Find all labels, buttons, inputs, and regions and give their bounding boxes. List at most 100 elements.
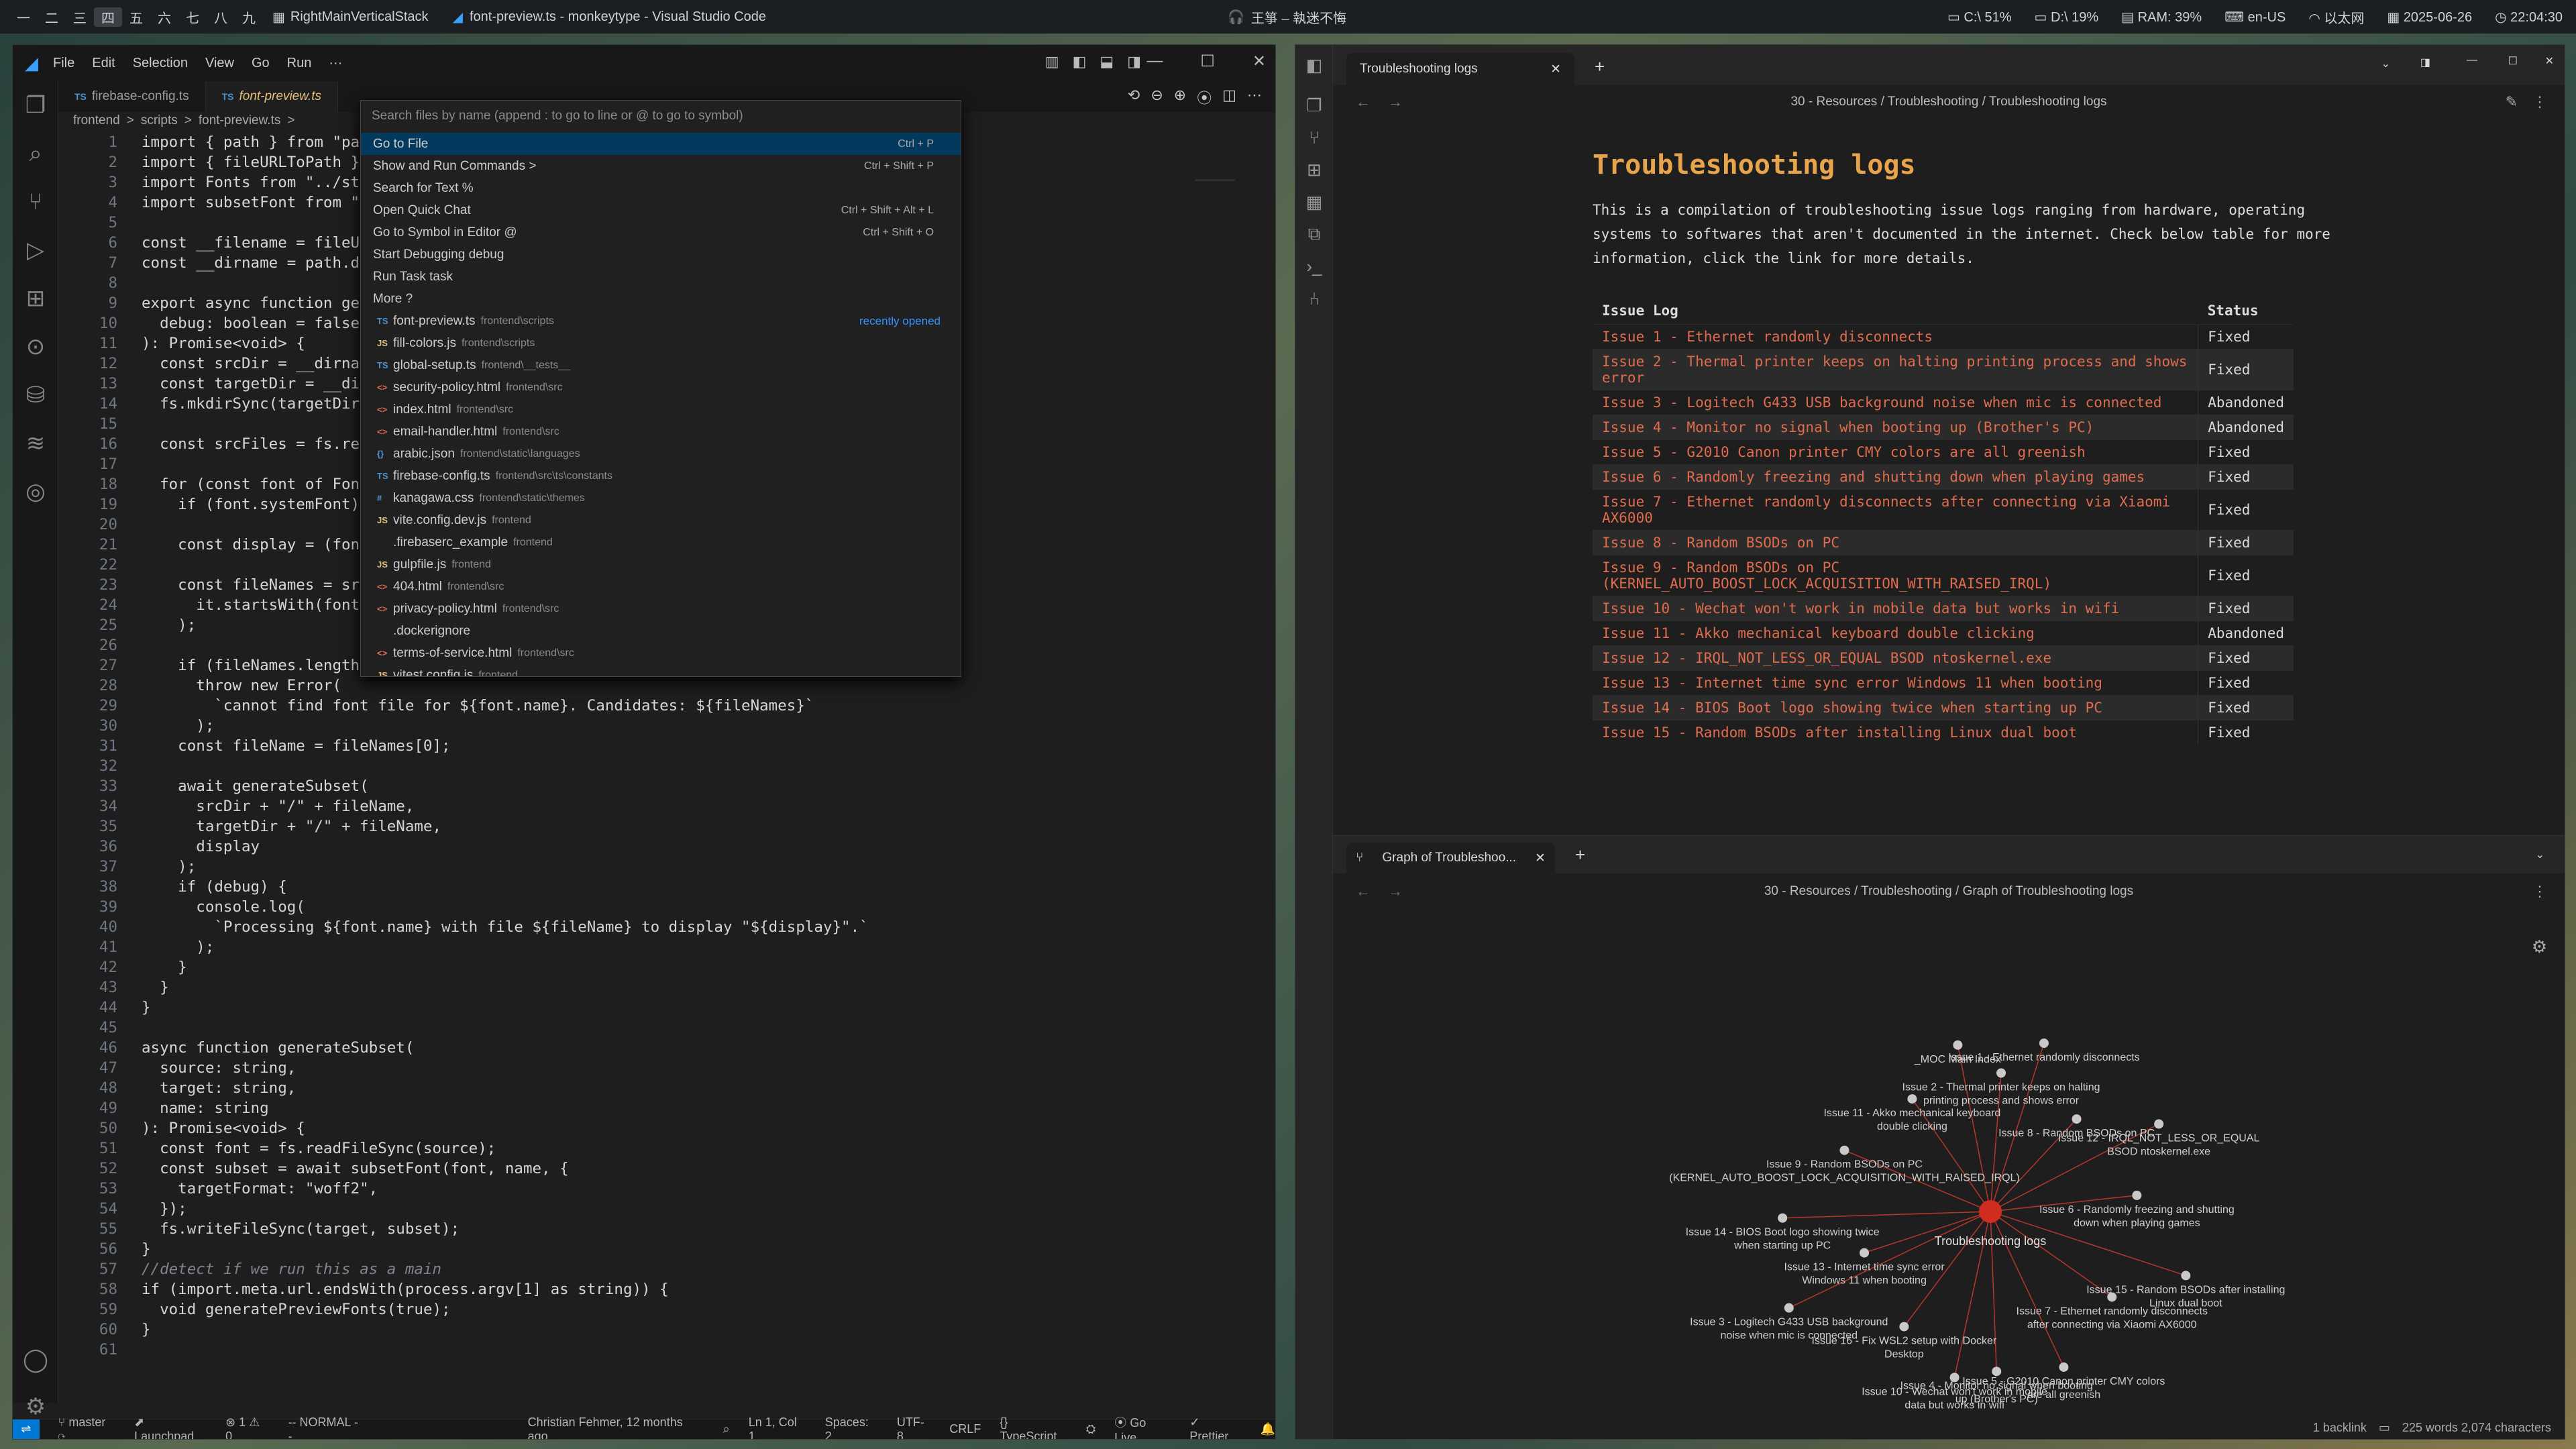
terminal-icon[interactable]: ›_ — [1295, 250, 1333, 282]
go-live-button[interactable]: ⦿ Go Live — [1114, 1413, 1171, 1439]
layout-indicator[interactable]: ▦ RightMainVerticalStack — [272, 9, 429, 25]
maximize-icon[interactable]: ☐ — [1200, 52, 1215, 71]
tab-list-chevron-icon[interactable]: ⌄ — [2536, 848, 2544, 861]
quick-open-command[interactable]: Start Debugging debug — [361, 244, 961, 266]
issue-link[interactable]: Issue 6 - Randomly freezing and shutting… — [1593, 464, 2198, 490]
network-status[interactable]: ◠ 以太网 — [2308, 7, 2364, 27]
quick-open-file[interactable]: JS vite.config.dev.js frontend — [361, 509, 961, 531]
issue-link[interactable]: Issue 4 - Monitor no signal when booting… — [1593, 415, 2198, 440]
graph-node[interactable] — [1860, 1248, 1870, 1258]
more-options-icon[interactable]: ⋮ — [2532, 93, 2547, 111]
issue-link[interactable]: Issue 2 - Thermal printer keeps on halti… — [1593, 349, 2198, 390]
media-now-playing[interactable]: 🎧 王箏 – 執迷不悔 — [1228, 7, 1346, 27]
graph-node[interactable] — [1907, 1094, 1917, 1104]
indentation[interactable]: Spaces: 2 — [825, 1415, 878, 1440]
cursor-position[interactable]: Ln 1, Col 1 — [749, 1415, 806, 1440]
toggle-panel-icon[interactable]: ⬓ — [1099, 53, 1114, 70]
previous-change-icon[interactable]: ⊖ — [1150, 87, 1163, 108]
issue-link[interactable]: Issue 3 - Logitech G433 USB background n… — [1593, 390, 2198, 415]
keyboard-language[interactable]: ⌨ en-US — [2224, 9, 2286, 25]
quick-open-command[interactable]: Search for Text % — [361, 177, 961, 199]
graph-node[interactable] — [1784, 1303, 1794, 1313]
layers-icon[interactable]: ≋ — [13, 419, 58, 468]
quick-open-file[interactable]: TS font-preview.ts frontend\scripts recentl… — [361, 310, 961, 332]
toggle-right-sidebar-icon[interactable]: ◨ — [2420, 56, 2430, 69]
breadcrumb-item[interactable]: font-preview.ts — [199, 113, 281, 128]
issue-link[interactable]: Issue 5 - G2010 Canon printer CMY colors… — [1593, 439, 2198, 465]
quick-open-file[interactable]: TS global-setup.ts frontend\__tests__ — [361, 354, 961, 376]
workspace-4[interactable]: 四 — [94, 7, 122, 27]
breadcrumb-item[interactable]: scripts — [141, 113, 178, 128]
close-tab-icon[interactable]: ✕ — [1535, 851, 1546, 866]
search-icon[interactable]: ⌕ — [13, 129, 58, 178]
quick-open-file[interactable]: JS vitest.config.js frontend — [361, 664, 961, 677]
issue-link[interactable]: Issue 8 - Random BSODs on PC — [1593, 530, 2198, 555]
remote-indicator[interactable]: ⇌ — [13, 1419, 40, 1439]
tab-firebase-config[interactable]: TS firebase-config.ts — [58, 81, 206, 112]
customize-layout-icon[interactable]: ▥ — [1045, 53, 1059, 70]
launchpad-item[interactable]: ⬈ Launchpad — [134, 1415, 207, 1440]
menu-item[interactable]: ··· — [329, 56, 342, 71]
run-debug-icon[interactable]: ▷ — [13, 226, 58, 274]
notifications-icon[interactable]: 🔔 — [1260, 1422, 1275, 1436]
breadcrumb-item[interactable]: frontend — [73, 113, 120, 128]
quick-open-command[interactable]: Run Task task — [361, 266, 961, 288]
git-blame[interactable]: Christian Fehmer, 12 months ago — [528, 1415, 704, 1440]
graph-node[interactable] — [2059, 1362, 2069, 1372]
maximize-icon[interactable]: ☐ — [2508, 54, 2518, 68]
issue-link[interactable]: Issue 11 - Akko mechanical keyboard doub… — [1593, 621, 2198, 646]
quick-open-command[interactable]: Open Quick Chat Ctrl + Shift + Alt + L — [361, 199, 961, 221]
tab-troubleshooting-logs[interactable]: Troubleshooting logs ✕ — [1346, 53, 1574, 85]
quick-open-command[interactable]: Go to File Ctrl + P — [361, 133, 961, 155]
templates-icon[interactable]: ⧉ — [1295, 218, 1333, 250]
gitlens-icon[interactable]: ⊙ — [13, 323, 58, 371]
minimize-icon[interactable]: — — [1146, 52, 1163, 71]
go-live-icon[interactable]: ⦿ — [1197, 87, 1212, 108]
issue-link[interactable]: Issue 13 - Internet time sync error Wind… — [1593, 670, 2198, 696]
edit-icon[interactable]: ✎ — [2506, 93, 2518, 111]
branch-indicator[interactable]: ⑂ master ⟳ — [58, 1415, 116, 1440]
breadcrumb-item[interactable]: > — [287, 113, 294, 128]
zoom-icon[interactable]: ⌕ — [723, 1422, 730, 1436]
split-editor-icon[interactable]: ◫ — [1222, 87, 1236, 108]
workspace-6[interactable]: 六 — [150, 7, 178, 27]
workspace-9[interactable]: 九 — [235, 7, 263, 27]
quick-open-file[interactable]: {} arabic.json frontend\static\languages — [361, 443, 961, 465]
account-icon[interactable]: ◯ — [13, 1336, 58, 1384]
quick-open-file[interactable]: <> 404.html frontend\src — [361, 576, 961, 598]
graph-canvas[interactable]: _MOC Main IndexIssue 1 - Ethernet random… — [1333, 910, 2565, 1433]
quick-open-file[interactable]: <> privacy-policy.html frontend\src — [361, 598, 961, 620]
explorer-icon[interactable]: ❐ — [13, 81, 58, 129]
quick-open-command[interactable]: Show and Run Commands > Ctrl + Shift + P — [361, 155, 961, 177]
quick-open-file[interactable]: JS fill-colors.js frontend\scripts — [361, 332, 961, 354]
git-icon[interactable]: ⑃ — [1295, 282, 1333, 315]
graph-node[interactable] — [2132, 1190, 2142, 1200]
quick-open-file[interactable]: <> email-handler.html frontend\src — [361, 421, 961, 443]
graph-node[interactable] — [2039, 1038, 2049, 1049]
canvas-icon[interactable]: ⊞ — [1295, 154, 1333, 186]
remote-explorer-icon[interactable]: ◎ — [13, 468, 58, 516]
workspace-2[interactable]: 二 — [38, 7, 66, 27]
graph-node[interactable] — [2072, 1114, 2082, 1124]
workspace-1[interactable]: 一 — [9, 7, 38, 27]
quick-open-command[interactable]: Go to Symbol in Editor @ Ctrl + Shift + O — [361, 221, 961, 244]
tab-list-chevron-icon[interactable]: ⌄ — [2381, 57, 2390, 70]
graph-icon[interactable]: ⑂ — [1295, 121, 1333, 154]
calendar-icon[interactable]: ▦ — [1295, 186, 1333, 218]
quick-open-input[interactable]: Search files by name (append : to go to … — [365, 105, 957, 129]
workspace-8[interactable]: 八 — [207, 7, 235, 27]
quick-open-file[interactable]: # kanagawa.css frontend\static\themes — [361, 487, 961, 509]
backlinks-count[interactable]: 1 backlink — [2313, 1421, 2367, 1435]
minimize-icon[interactable]: — — [2467, 54, 2477, 66]
end-of-line[interactable]: CRLF — [949, 1422, 981, 1436]
files-icon[interactable]: ❐ — [1295, 89, 1333, 121]
issue-link[interactable]: Issue 9 - Random BSODs on PC (KERNEL_AUT… — [1593, 555, 2198, 596]
prettier-status[interactable]: ✓ Prettier — [1189, 1415, 1241, 1440]
source-control-icon[interactable]: ⑂ — [13, 178, 58, 226]
open-changes-icon[interactable]: ⟲ — [1128, 87, 1140, 108]
quick-open-file[interactable]: <> security-policy.html frontend\src — [361, 376, 961, 398]
graph-node[interactable] — [1778, 1213, 1788, 1223]
menu-item[interactable]: Edit — [92, 56, 115, 71]
new-tab-icon[interactable]: + — [1595, 56, 1605, 77]
quick-open-file[interactable]: <> terms-of-service.html frontend\src — [361, 642, 961, 664]
